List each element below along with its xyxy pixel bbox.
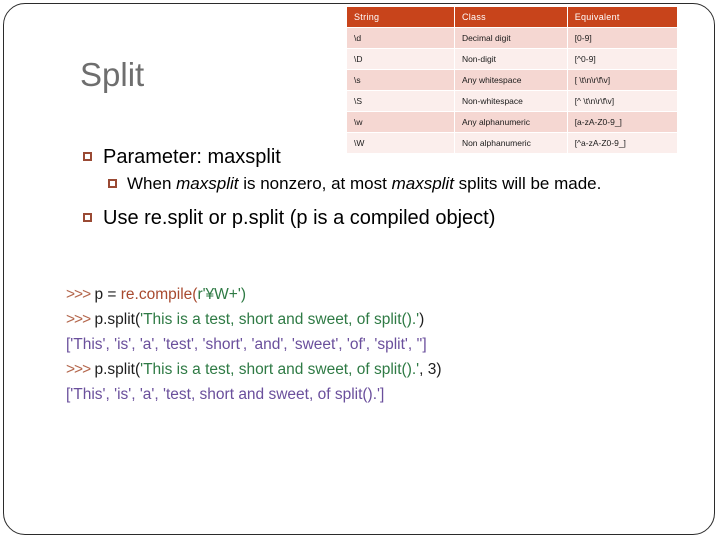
table-header-row: String Class Equivalent	[346, 6, 679, 28]
prompt-symbol: >>>	[66, 311, 91, 328]
page-title: Split	[80, 56, 145, 93]
cell-class: Decimal digit	[453, 27, 568, 49]
column-header-string: String	[346, 6, 455, 28]
bullet-item-usage: Use re.split or p.split (p is a compiled…	[82, 205, 652, 232]
cell-class: Non-digit	[453, 48, 568, 70]
code-call-tail-with-maxsplit: , 3)	[419, 361, 442, 378]
cell-class: Any alphanumeric	[453, 111, 568, 133]
code-line-split-2: >>> p.split('This is a test, short and s…	[66, 357, 686, 382]
cell-class: Non alphanumeric	[453, 132, 568, 154]
cell-class: Non-whitespace	[453, 90, 568, 112]
code-line-output-2: ['This', 'is', 'a', 'test, short and swe…	[66, 382, 686, 407]
sub-bullet-text-part2: is nonzero, at most	[238, 174, 392, 193]
code-line-compile: >>> p = re.compile(r'¥W+')	[66, 282, 686, 307]
bullet-list: Parameter: maxsplit When maxsplit is non…	[82, 144, 652, 233]
code-statement: p =	[94, 286, 121, 303]
bullet-item-label: Use re.split or p.split (p is a compiled…	[103, 207, 496, 229]
bullet-spacer	[82, 196, 652, 205]
table-row: \S Non-whitespace [^ \t\n\r\f\v]	[346, 90, 679, 112]
table-row: \W Non alphanumeric [^a-zA-Z0-9_]	[346, 132, 679, 154]
cell-string: \w	[346, 111, 455, 133]
cell-string: \d	[346, 27, 455, 49]
column-header-class: Class	[453, 6, 568, 28]
table-row: \d Decimal digit [0-9]	[346, 27, 679, 49]
cell-equivalent: [^ \t\n\r\f\v]	[566, 90, 679, 112]
cell-string: \s	[346, 69, 455, 91]
column-header-equivalent: Equivalent	[566, 6, 679, 28]
cell-string: \S	[346, 90, 455, 112]
table-row: \D Non-digit [^0-9]	[346, 48, 679, 70]
cell-string: \D	[346, 48, 455, 70]
cell-equivalent: [^a-zA-Z0-9_]	[566, 132, 679, 154]
square-bullet-icon	[83, 213, 92, 222]
square-bullet-icon	[108, 179, 117, 188]
table-row: \w Any alphanumeric [a-zA-Z0-9_]	[346, 111, 679, 133]
code-string-literal: 'This is a test, short and sweet, of spl…	[140, 311, 420, 328]
code-call-split: p.split(	[94, 311, 141, 328]
square-bullet-icon	[83, 152, 92, 161]
sub-bullet-text-part1: When	[127, 174, 177, 193]
code-output-list: ['This', 'is', 'a', 'test', 'short', 'an…	[66, 336, 427, 353]
presentation-slide: Split String Class Equivalent \d Decimal…	[0, 0, 720, 540]
cell-equivalent: [0-9]	[566, 27, 679, 49]
cell-class: Any whitespace	[453, 69, 568, 91]
code-call-split: p.split(	[94, 361, 141, 378]
code-line-split-1: >>> p.split('This is a test, short and s…	[66, 307, 686, 332]
sub-bullet-emphasis-second: maxsplit	[391, 174, 454, 193]
code-call-tail: )	[419, 311, 425, 328]
code-console-block: >>> p = re.compile(r'¥W+') >>> p.split('…	[66, 282, 686, 407]
table-row: \s Any whitespace [ \t\n\r\f\v]	[346, 69, 679, 91]
sub-bullet-item-maxsplit: When maxsplit is nonzero, at most maxspl…	[106, 172, 652, 196]
cell-equivalent: [a-zA-Z0-9_]	[566, 111, 679, 133]
prompt-symbol: >>>	[66, 361, 91, 378]
code-line-output-1: ['This', 'is', 'a', 'test', 'short', 'an…	[66, 332, 686, 357]
cell-equivalent: [^0-9]	[566, 48, 679, 70]
code-output-list: ['This', 'is', 'a', 'test, short and swe…	[66, 386, 385, 403]
sub-bullet-emphasis-first: maxsplit	[176, 174, 239, 193]
regex-character-class-table: String Class Equivalent \d Decimal digit…	[346, 6, 679, 154]
cell-equivalent: [ \t\n\r\f\v]	[566, 69, 679, 91]
prompt-symbol: >>>	[66, 286, 91, 303]
code-regex-literal: r'¥W+')	[197, 286, 246, 303]
code-call-compile: re.compile(	[120, 286, 198, 303]
code-string-literal: 'This is a test, short and sweet, of spl…	[140, 361, 420, 378]
sub-bullet-text-part3: splits will be made.	[453, 174, 602, 193]
cell-string: \W	[346, 132, 455, 154]
bullet-item-label: Parameter: maxsplit	[103, 146, 281, 168]
